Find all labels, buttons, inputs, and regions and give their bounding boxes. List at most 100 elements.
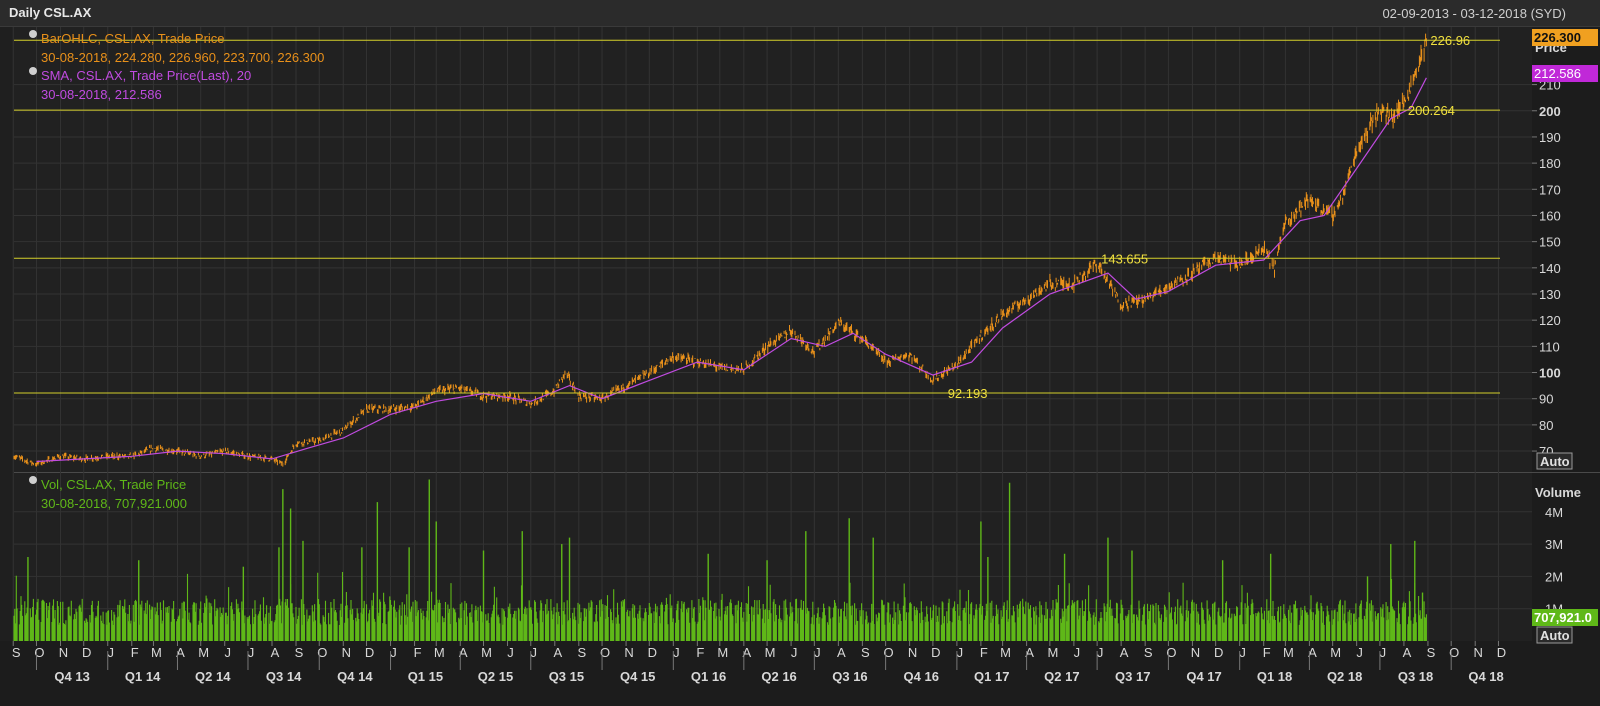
- price-tick-label: 120: [1539, 313, 1561, 328]
- x-month-label: D: [1497, 645, 1506, 660]
- x-quarter-label: Q4 15: [620, 669, 655, 684]
- x-quarter-label: Q4 18: [1468, 669, 1503, 684]
- x-quarter-label: Q4 13: [54, 669, 89, 684]
- volume-legend-values: 30-08-2018, 707,921.000: [41, 496, 187, 511]
- x-month-label: S: [12, 645, 21, 660]
- sma-legend-values: 30-08-2018, 212.586: [41, 87, 162, 102]
- x-quarter-label: Q4 16: [904, 669, 939, 684]
- x-month-label: M: [717, 645, 728, 660]
- x-month-label: O: [317, 645, 327, 660]
- x-quarter-label: Q3 15: [549, 669, 584, 684]
- x-month-label: M: [434, 645, 445, 660]
- x-quarter-label: Q2 16: [761, 669, 796, 684]
- x-month-label: A: [271, 645, 280, 660]
- x-month-label: O: [34, 645, 44, 660]
- x-month-label: M: [151, 645, 162, 660]
- x-month-label: O: [1449, 645, 1459, 660]
- x-quarter-label: Q3 14: [266, 669, 302, 684]
- volume-tick-label: 2M: [1545, 569, 1563, 584]
- x-quarter-label: Q3 18: [1398, 669, 1433, 684]
- x-quarter-label: Q2 18: [1327, 669, 1362, 684]
- x-month-label: F: [1263, 645, 1271, 660]
- x-month-label: M: [1000, 645, 1011, 660]
- x-quarter-label: Q1 18: [1257, 669, 1292, 684]
- price-tick-label: 160: [1539, 208, 1561, 223]
- x-month-label: A: [837, 645, 846, 660]
- price-legend-toggle-icon[interactable]: [29, 30, 37, 38]
- volume-auto-scale-label: Auto: [1540, 628, 1570, 643]
- x-month-label: S: [1427, 645, 1436, 660]
- x-month-label: D: [1214, 645, 1223, 660]
- x-quarter-label: Q1 15: [408, 669, 443, 684]
- price-tick-label: 80: [1539, 418, 1553, 433]
- x-month-label: M: [1330, 645, 1341, 660]
- x-month-label: N: [624, 645, 633, 660]
- x-month-label: N: [342, 645, 351, 660]
- price-volume-chart[interactable]: 226.96200.264143.65592.193 7080901001101…: [0, 0, 1600, 706]
- x-month-label: J: [107, 645, 114, 660]
- volume-tick-label: 3M: [1545, 537, 1563, 552]
- last-price-badge-text: 226.300: [1534, 30, 1581, 45]
- sma-legend-toggle-icon[interactable]: [29, 67, 37, 75]
- x-month-label: F: [414, 645, 422, 660]
- x-month-label: J: [673, 645, 680, 660]
- price-auto-scale-label: Auto: [1540, 454, 1570, 469]
- volume-legend-series: Vol, CSL.AX, Trade Price: [41, 477, 186, 492]
- x-month-label: J: [1356, 645, 1363, 660]
- x-month-label: J: [1380, 645, 1387, 660]
- price-tick-label: 150: [1539, 235, 1561, 250]
- x-quarter-label: Q3 17: [1115, 669, 1150, 684]
- x-month-label: O: [600, 645, 610, 660]
- x-month-label: D: [648, 645, 657, 660]
- x-month-label: N: [1191, 645, 1200, 660]
- reference-label: 226.96: [1430, 33, 1470, 48]
- x-month-label: J: [957, 645, 964, 660]
- x-month-label: J: [507, 645, 514, 660]
- x-month-label: J: [1239, 645, 1246, 660]
- reference-label: 200.264: [1408, 103, 1455, 118]
- x-month-label: M: [1047, 645, 1058, 660]
- price-tick-label: 130: [1539, 287, 1561, 302]
- x-month-label: S: [577, 645, 586, 660]
- x-month-label: M: [765, 645, 776, 660]
- x-quarter-label: Q2 14: [195, 669, 231, 684]
- price-panel[interactable]: [14, 27, 1532, 472]
- x-month-label: J: [248, 645, 255, 660]
- reference-label: 92.193: [948, 386, 988, 401]
- x-month-label: F: [980, 645, 988, 660]
- x-month-label: J: [390, 645, 397, 660]
- x-quarter-label: Q1 17: [974, 669, 1009, 684]
- x-quarter-label: Q1 14: [125, 669, 161, 684]
- x-month-label: M: [1283, 645, 1294, 660]
- volume-tick-label: 4M: [1545, 505, 1563, 520]
- x-month-label: J: [1074, 645, 1081, 660]
- x-quarter-label: Q1 16: [691, 669, 726, 684]
- price-tick-label: 100: [1539, 366, 1561, 381]
- sma-legend-series: SMA, CSL.AX, Trade Price(Last), 20: [41, 68, 251, 83]
- x-month-label: S: [861, 645, 870, 660]
- price-legend-values: 30-08-2018, 224.280, 226.960, 223.700, 2…: [41, 50, 324, 65]
- x-month-label: J: [791, 645, 798, 660]
- price-tick-label: 190: [1539, 130, 1561, 145]
- x-month-label: D: [365, 645, 374, 660]
- x-month-label: M: [198, 645, 209, 660]
- price-tick-label: 140: [1539, 261, 1561, 276]
- x-month-label: F: [696, 645, 704, 660]
- x-month-label: D: [931, 645, 940, 660]
- x-month-label: O: [1166, 645, 1176, 660]
- volume-legend-toggle-icon[interactable]: [29, 476, 37, 484]
- x-month-label: J: [814, 645, 821, 660]
- price-tick-label: 200: [1539, 104, 1561, 119]
- volume-axis-title: Volume: [1535, 485, 1581, 500]
- x-month-label: J: [224, 645, 231, 660]
- x-month-label: J: [1097, 645, 1104, 660]
- price-legend-series: BarOHLC, CSL.AX, Trade Price: [41, 31, 225, 46]
- x-month-label: M: [481, 645, 492, 660]
- x-month-label: N: [908, 645, 917, 660]
- x-month-label: J: [531, 645, 538, 660]
- x-month-label: F: [131, 645, 139, 660]
- x-quarter-label: Q2 15: [478, 669, 513, 684]
- x-month-label: A: [1120, 645, 1129, 660]
- price-tick-label: 90: [1539, 392, 1553, 407]
- x-quarter-label: Q4 17: [1186, 669, 1221, 684]
